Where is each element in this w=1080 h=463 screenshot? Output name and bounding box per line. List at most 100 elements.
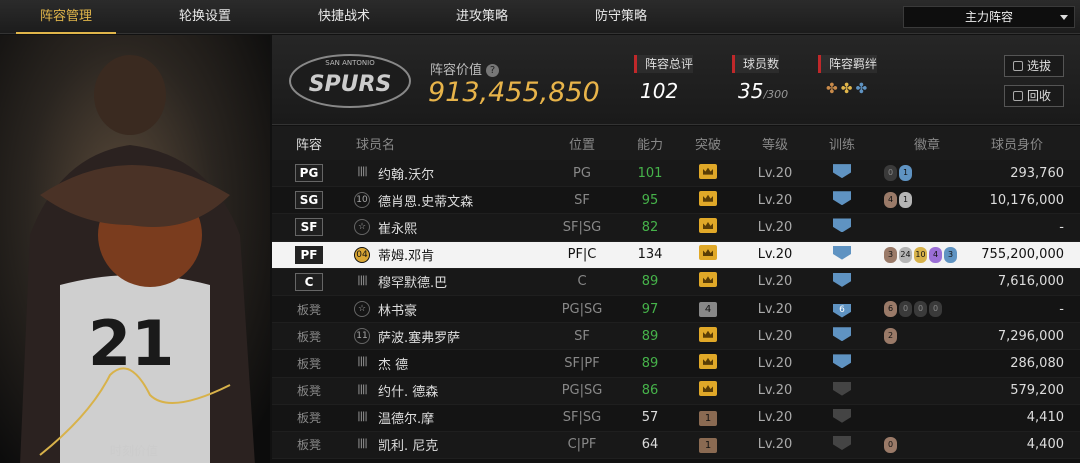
jersey-icon: |||| (357, 410, 367, 422)
player-name: 蒂姆.邓肯 (378, 249, 435, 265)
level-cell: Lv.20 (757, 247, 793, 263)
position-cell: SF (574, 192, 590, 208)
value-cell: 293,760 (1010, 165, 1064, 181)
column-header-badges[interactable]: 徽章 (878, 134, 970, 153)
help-icon[interactable]: ? (486, 64, 500, 77)
slot-cell[interactable]: 板凳 (272, 301, 346, 318)
column-header-breakthrough[interactable]: 突破 (672, 134, 744, 153)
player-name: 杰 德 (378, 357, 409, 373)
badges-cell[interactable]: 2 (878, 328, 970, 345)
filter-button[interactable]: 选拔 (1004, 55, 1064, 77)
position-cell: PG|SG (561, 301, 603, 317)
value-cell: 4,410 (1026, 410, 1064, 426)
badges-cell[interactable]: 41 (878, 192, 970, 209)
slot-cell[interactable]: C (272, 272, 346, 291)
column-header-value[interactable]: 球员身价 (970, 134, 1080, 153)
training-cell[interactable] (806, 408, 878, 427)
column-header-level[interactable]: 等级 (744, 134, 806, 153)
jersey-icon: |||| (357, 383, 367, 395)
column-header-name[interactable]: 球员名 (346, 134, 536, 153)
training-badge: 6 (833, 303, 851, 318)
slot-cell[interactable]: 板凳 (272, 436, 346, 453)
column-header-slot[interactable]: 阵容 (272, 134, 346, 153)
slot-cell[interactable]: 板凳 (272, 328, 346, 345)
badge-count: 3 (944, 246, 957, 263)
chemistry-icons[interactable]: ✤✤✤ (826, 81, 870, 97)
training-cell[interactable] (806, 327, 878, 345)
training-cell[interactable] (806, 245, 878, 264)
table-row[interactable]: 板凳 ☆ 林书豪 PG|SG 97 4 Lv.20 6 6 0 0 0- (272, 295, 1080, 324)
table-row[interactable]: 板凳 |||| 凯利. 尼克 C|PF 64 1 Lv.20 0 4,400 (272, 431, 1080, 460)
column-header-training[interactable]: 训练 (806, 134, 878, 153)
breakthrough-cell[interactable] (672, 217, 744, 237)
top-tab-bar: 阵容管理 轮换设置 快捷战术 进攻策略 防守策略 主力阵容 (0, 0, 1080, 34)
level-cell: Lv.20 (757, 410, 793, 426)
table-row[interactable]: 板凳 |||| 杰 德 SF|PF 89 Lv.20 286,080 (272, 350, 1080, 378)
breakthrough-cell[interactable] (672, 381, 744, 400)
table-row[interactable]: 板凳 |||| 约什. 德森 PG|SG 86 Lv.20 579,200 (272, 377, 1080, 405)
training-cell[interactable] (806, 164, 878, 182)
tab-offense-strategy[interactable]: 进攻策略 (432, 0, 532, 34)
badges-cell[interactable]: 3 24 10 4 3 (878, 246, 970, 263)
training-cell[interactable] (806, 272, 878, 291)
badge-count: 4 (929, 246, 942, 263)
recycle-button[interactable]: 回收 (1004, 85, 1064, 107)
tab-quick-tactics[interactable]: 快捷战术 (294, 0, 394, 34)
table-row[interactable]: C |||| 穆罕默德.巴 C 89 Lv.20 7,616,000 (272, 268, 1080, 296)
chemistry-gold-icon[interactable]: ✤ (841, 81, 856, 97)
tab-rotation-settings[interactable]: 轮换设置 (155, 0, 255, 34)
slot-cell[interactable]: SF (272, 218, 346, 237)
training-cell[interactable] (806, 381, 878, 400)
table-row[interactable]: SF ☆ 崔永熙 SF|SG 82 Lv.20 - (272, 214, 1080, 242)
ability-cell: 89 (641, 328, 659, 344)
lineup-value-label: 阵容价值? (430, 59, 500, 78)
breakthrough-cell[interactable] (672, 353, 744, 373)
position-cell: SF|SG (562, 219, 602, 235)
name-cell: 11 萨波.塞弗罗萨 (346, 327, 536, 346)
training-cell[interactable] (806, 354, 878, 372)
table-row[interactable]: SG 10 德肖恩.史蒂文森 SF 95 Lv.20 4 1 10,176,000 (272, 187, 1080, 215)
breakthrough-cell[interactable] (672, 163, 744, 183)
badges-cell[interactable]: 0 (878, 436, 970, 453)
slot-cell[interactable]: 板凳 (272, 382, 346, 399)
position-cell: SF|SG (562, 410, 602, 426)
table-row[interactable]: 板凳 |||| 温德尔.摩 SF|SG 57 1 Lv.20 4,410 (272, 404, 1080, 432)
slot-cell[interactable]: 板凳 (272, 409, 346, 426)
slot-cell[interactable]: 板凳 (272, 355, 346, 372)
player-name: 凯利. 尼克 (378, 439, 439, 455)
player-name: 萨波.塞弗罗萨 (378, 330, 461, 346)
tab-lineup-management[interactable]: 阵容管理 (16, 0, 116, 34)
breakthrough-cell[interactable]: 4 (672, 301, 744, 318)
badges-cell[interactable]: 01 (878, 165, 970, 182)
badges-cell[interactable]: 6000 (878, 301, 970, 318)
breakthrough-cell[interactable] (672, 245, 744, 264)
lineup-dropdown[interactable]: 主力阵容 (903, 6, 1075, 28)
breakthrough-crown-icon (699, 190, 717, 206)
slot-label: C (295, 272, 323, 291)
breakthrough-cell[interactable] (672, 272, 744, 291)
chemistry-blue-icon[interactable]: ✤ (855, 81, 870, 97)
chemistry-bronze-icon[interactable]: ✤ (826, 81, 841, 97)
training-cell[interactable] (806, 218, 878, 236)
slot-cell[interactable]: SG (272, 191, 346, 210)
breakthrough-cell[interactable] (672, 190, 744, 210)
breakthrough-cell[interactable] (672, 326, 744, 346)
breakthrough-cell[interactable]: 1 (672, 437, 744, 453)
training-cell[interactable]: 6 (806, 301, 878, 318)
slot-label: 板凳 (296, 438, 321, 453)
position-cell: C (577, 274, 587, 290)
slot-cell[interactable]: PF (272, 245, 346, 264)
slot-cell[interactable]: PG (272, 164, 346, 183)
training-cell[interactable] (806, 191, 878, 209)
table-row[interactable]: PG |||| 约翰.沃尔 PG 101 Lv.20 0 1 293,760 (272, 160, 1080, 188)
lineup-dropdown-value: 主力阵容 (964, 10, 1013, 24)
table-row[interactable]: PF 04 蒂姆.邓肯 PF|C 134 Lv.20 3 24 10 4 3 755,200,000 (272, 241, 1080, 269)
training-cell[interactable] (806, 435, 878, 454)
column-header-ability[interactable]: 能力 (628, 134, 672, 153)
breakthrough-cell[interactable]: 1 (672, 410, 744, 426)
column-header-position[interactable]: 位置 (536, 134, 628, 153)
breakthrough-crown-icon (699, 245, 717, 261)
tab-defense-strategy[interactable]: 防守策略 (571, 0, 671, 34)
table-row[interactable]: 板凳 11 萨波.塞弗罗萨 SF 89 Lv.20 2 7,296,000 (272, 323, 1080, 351)
value-cell: 755,200,000 (981, 247, 1064, 263)
